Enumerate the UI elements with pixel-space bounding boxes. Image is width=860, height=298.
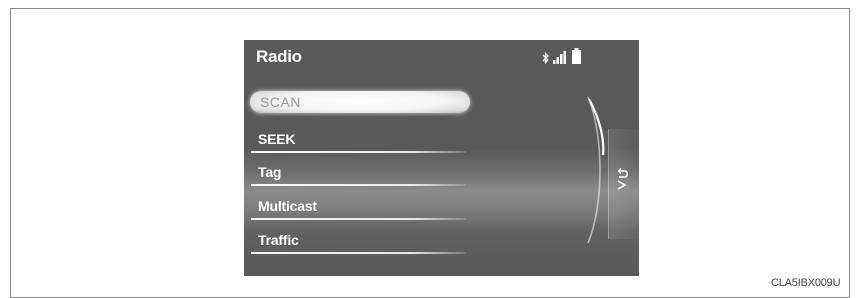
menu-item-scan[interactable]: SCAN	[250, 91, 470, 113]
back-arrow-icon	[617, 168, 629, 190]
menu-item-seek[interactable]: SEEK	[251, 129, 466, 153]
menu-divider	[251, 218, 466, 220]
radio-screen: Radio SCAN SEEK Tag Multicast Traffic	[244, 40, 639, 276]
screen-title: Radio	[256, 47, 302, 66]
menu-item-seek-label: SEEK	[258, 131, 296, 147]
menu-divider	[251, 252, 466, 254]
back-button[interactable]	[608, 129, 639, 239]
menu-item-traffic[interactable]: Traffic	[251, 230, 466, 254]
menu-item-scan-label: SCAN	[260, 94, 301, 110]
battery-icon	[572, 48, 581, 64]
menu-item-traffic-label: Traffic	[258, 232, 299, 248]
signal-icon	[553, 51, 566, 64]
bluetooth-icon	[542, 52, 549, 64]
menu-item-tag-label: Tag	[258, 164, 282, 180]
status-bar	[542, 48, 581, 64]
menu-item-tag[interactable]: Tag	[251, 162, 466, 186]
menu-divider	[251, 151, 466, 153]
menu-item-multicast-label: Multicast	[258, 198, 317, 214]
menu-divider	[251, 184, 466, 186]
menu-item-multicast[interactable]: Multicast	[251, 196, 466, 220]
figure-caption: CLA5IBX009U	[771, 277, 841, 289]
scroll-indicator[interactable]	[584, 95, 608, 245]
